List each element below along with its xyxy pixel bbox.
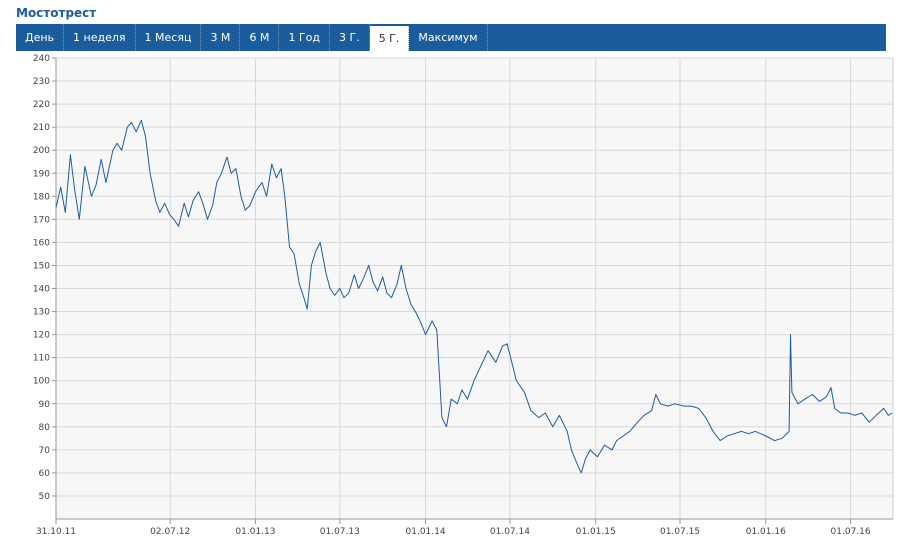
y-tick-label: 70 [39, 446, 51, 456]
price-chart-svg: 50 60 70 80 90 100 110 120 130 140 150 160 170 180 190… [33, 54, 894, 537]
y-tick-label: 230 [33, 77, 50, 87]
y-tick-label: 100 [33, 377, 50, 387]
tab-period-0[interactable]: День [16, 24, 65, 51]
y-tick-label: 180 [33, 192, 50, 202]
y-tick-label: 200 [33, 146, 50, 156]
x-tick-label: 01.01.13 [235, 527, 275, 537]
y-tick-label: 150 [33, 261, 50, 271]
y-tick-label: 190 [33, 169, 50, 179]
x-tick-label: 01.01.16 [746, 527, 786, 537]
x-tick-label: 01.07.14 [490, 527, 530, 537]
tab-period-7[interactable]: 5 Г. [369, 26, 410, 51]
x-tick-label: 02.07.12 [150, 527, 190, 537]
period-tab-bar: День 1 неделя 1 Месяц 3 М6 М1 Год 3 Г. 5 Г. Ма… [16, 24, 886, 51]
x-tick-label: 01.07.16 [831, 527, 871, 537]
y-tick-label: 140 [33, 285, 50, 295]
y-tick-label: 50 [39, 492, 51, 502]
tab-period-4[interactable]: 6 М [240, 24, 280, 51]
y-tick-label: 120 [33, 331, 50, 341]
tab-period-6[interactable]: 3 Г. [330, 24, 370, 51]
y-tick-label: 90 [39, 400, 51, 410]
y-tick-label: 210 [33, 123, 50, 133]
tab-period-8[interactable]: Максимум [409, 24, 488, 51]
y-tick-label: 130 [33, 308, 50, 318]
price-chart: 50 60 70 80 90 100 110 120 130 140 150 160 170 180 190… [0, 51, 908, 544]
tab-period-2[interactable]: 1 Месяц [136, 24, 202, 51]
y-tick-label: 160 [33, 238, 50, 248]
tab-period-1[interactable]: 1 неделя [64, 24, 136, 51]
tab-period-5[interactable]: 1 Год [279, 24, 330, 51]
y-tick-label: 240 [33, 54, 50, 64]
y-tick-label: 110 [33, 354, 50, 364]
x-tick-label: 01.01.14 [406, 527, 446, 537]
tab-period-3[interactable]: 3 М [201, 24, 241, 51]
page-title: Мостотрест [16, 6, 97, 20]
y-tick-label: 170 [33, 215, 50, 225]
x-tick-label: 01.07.15 [660, 527, 700, 537]
x-tick-label: 01.01.15 [576, 527, 616, 537]
y-tick-label: 60 [39, 469, 51, 479]
x-tick-label: 31.10.11 [36, 527, 76, 537]
y-tick-label: 80 [39, 423, 51, 433]
x-tick-label: 01.07.13 [320, 527, 360, 537]
y-tick-label: 220 [33, 100, 50, 110]
